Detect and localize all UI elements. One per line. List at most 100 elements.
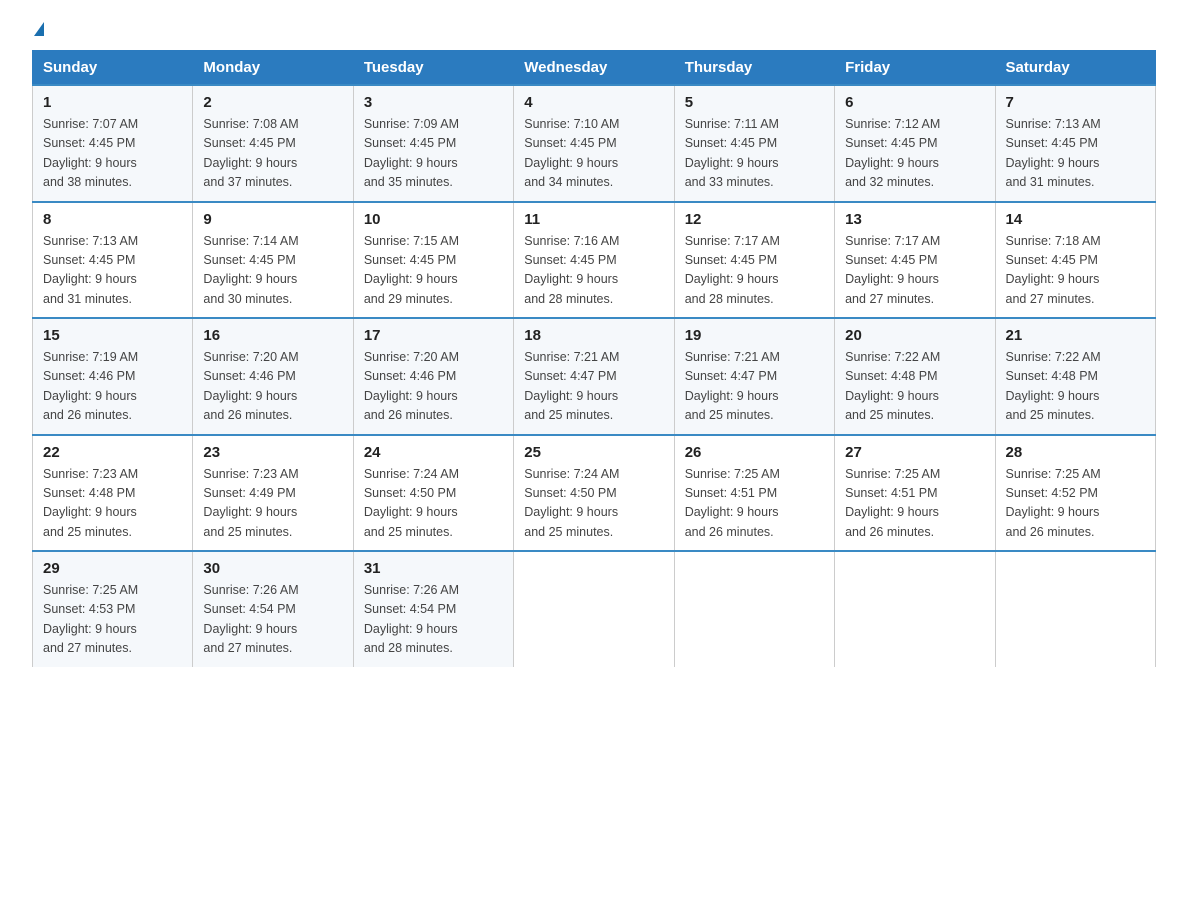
day-number: 31 (364, 560, 503, 577)
day-number: 22 (43, 444, 182, 461)
calendar-cell: 15 Sunrise: 7:19 AMSunset: 4:46 PMDaylig… (33, 318, 193, 435)
calendar-cell: 25 Sunrise: 7:24 AMSunset: 4:50 PMDaylig… (514, 435, 674, 552)
day-info: Sunrise: 7:12 AMSunset: 4:45 PMDaylight:… (845, 117, 940, 189)
day-info: Sunrise: 7:25 AMSunset: 4:52 PMDaylight:… (1006, 467, 1101, 539)
calendar-header-friday: Friday (835, 51, 995, 86)
day-info: Sunrise: 7:14 AMSunset: 4:45 PMDaylight:… (203, 234, 298, 306)
day-number: 25 (524, 444, 663, 461)
page-header (32, 24, 1156, 38)
calendar-cell: 14 Sunrise: 7:18 AMSunset: 4:45 PMDaylig… (995, 202, 1155, 319)
day-number: 8 (43, 211, 182, 228)
calendar-header-wednesday: Wednesday (514, 51, 674, 86)
logo-triangle-icon (34, 22, 44, 36)
day-number: 2 (203, 94, 342, 111)
day-info: Sunrise: 7:11 AMSunset: 4:45 PMDaylight:… (685, 117, 779, 189)
day-info: Sunrise: 7:17 AMSunset: 4:45 PMDaylight:… (845, 234, 940, 306)
calendar-cell: 30 Sunrise: 7:26 AMSunset: 4:54 PMDaylig… (193, 551, 353, 667)
day-info: Sunrise: 7:22 AMSunset: 4:48 PMDaylight:… (1006, 350, 1101, 422)
calendar-cell: 29 Sunrise: 7:25 AMSunset: 4:53 PMDaylig… (33, 551, 193, 667)
day-number: 18 (524, 327, 663, 344)
day-info: Sunrise: 7:25 AMSunset: 4:51 PMDaylight:… (685, 467, 780, 539)
calendar-cell: 1 Sunrise: 7:07 AMSunset: 4:45 PMDayligh… (33, 85, 193, 202)
calendar-week-row: 29 Sunrise: 7:25 AMSunset: 4:53 PMDaylig… (33, 551, 1156, 667)
day-number: 5 (685, 94, 824, 111)
day-number: 20 (845, 327, 984, 344)
day-number: 16 (203, 327, 342, 344)
day-info: Sunrise: 7:20 AMSunset: 4:46 PMDaylight:… (364, 350, 459, 422)
calendar-cell: 12 Sunrise: 7:17 AMSunset: 4:45 PMDaylig… (674, 202, 834, 319)
calendar-header-thursday: Thursday (674, 51, 834, 86)
calendar-header-monday: Monday (193, 51, 353, 86)
day-info: Sunrise: 7:10 AMSunset: 4:45 PMDaylight:… (524, 117, 619, 189)
day-info: Sunrise: 7:17 AMSunset: 4:45 PMDaylight:… (685, 234, 780, 306)
day-number: 11 (524, 211, 663, 228)
day-info: Sunrise: 7:23 AMSunset: 4:48 PMDaylight:… (43, 467, 138, 539)
day-number: 17 (364, 327, 503, 344)
day-number: 29 (43, 560, 182, 577)
day-number: 12 (685, 211, 824, 228)
day-number: 28 (1006, 444, 1145, 461)
calendar-cell: 3 Sunrise: 7:09 AMSunset: 4:45 PMDayligh… (353, 85, 513, 202)
calendar-table: SundayMondayTuesdayWednesdayThursdayFrid… (32, 50, 1156, 667)
day-number: 15 (43, 327, 182, 344)
day-info: Sunrise: 7:21 AMSunset: 4:47 PMDaylight:… (524, 350, 619, 422)
logo (32, 24, 44, 38)
day-number: 19 (685, 327, 824, 344)
day-info: Sunrise: 7:26 AMSunset: 4:54 PMDaylight:… (203, 583, 298, 655)
day-info: Sunrise: 7:25 AMSunset: 4:51 PMDaylight:… (845, 467, 940, 539)
day-info: Sunrise: 7:24 AMSunset: 4:50 PMDaylight:… (364, 467, 459, 539)
calendar-cell: 8 Sunrise: 7:13 AMSunset: 4:45 PMDayligh… (33, 202, 193, 319)
day-number: 23 (203, 444, 342, 461)
calendar-cell: 20 Sunrise: 7:22 AMSunset: 4:48 PMDaylig… (835, 318, 995, 435)
day-number: 7 (1006, 94, 1145, 111)
day-number: 4 (524, 94, 663, 111)
calendar-cell: 31 Sunrise: 7:26 AMSunset: 4:54 PMDaylig… (353, 551, 513, 667)
calendar-cell (995, 551, 1155, 667)
day-number: 30 (203, 560, 342, 577)
calendar-cell: 21 Sunrise: 7:22 AMSunset: 4:48 PMDaylig… (995, 318, 1155, 435)
calendar-cell: 23 Sunrise: 7:23 AMSunset: 4:49 PMDaylig… (193, 435, 353, 552)
day-info: Sunrise: 7:26 AMSunset: 4:54 PMDaylight:… (364, 583, 459, 655)
calendar-cell (514, 551, 674, 667)
calendar-cell (674, 551, 834, 667)
calendar-cell: 4 Sunrise: 7:10 AMSunset: 4:45 PMDayligh… (514, 85, 674, 202)
calendar-header-sunday: Sunday (33, 51, 193, 86)
day-info: Sunrise: 7:08 AMSunset: 4:45 PMDaylight:… (203, 117, 298, 189)
calendar-cell: 28 Sunrise: 7:25 AMSunset: 4:52 PMDaylig… (995, 435, 1155, 552)
calendar-header-saturday: Saturday (995, 51, 1155, 86)
calendar-cell: 22 Sunrise: 7:23 AMSunset: 4:48 PMDaylig… (33, 435, 193, 552)
day-number: 6 (845, 94, 984, 111)
day-number: 24 (364, 444, 503, 461)
day-info: Sunrise: 7:07 AMSunset: 4:45 PMDaylight:… (43, 117, 138, 189)
calendar-cell: 5 Sunrise: 7:11 AMSunset: 4:45 PMDayligh… (674, 85, 834, 202)
day-info: Sunrise: 7:09 AMSunset: 4:45 PMDaylight:… (364, 117, 459, 189)
day-number: 10 (364, 211, 503, 228)
day-info: Sunrise: 7:23 AMSunset: 4:49 PMDaylight:… (203, 467, 298, 539)
day-info: Sunrise: 7:21 AMSunset: 4:47 PMDaylight:… (685, 350, 780, 422)
day-info: Sunrise: 7:13 AMSunset: 4:45 PMDaylight:… (43, 234, 138, 306)
calendar-cell: 19 Sunrise: 7:21 AMSunset: 4:47 PMDaylig… (674, 318, 834, 435)
day-number: 14 (1006, 211, 1145, 228)
day-info: Sunrise: 7:15 AMSunset: 4:45 PMDaylight:… (364, 234, 459, 306)
calendar-cell: 24 Sunrise: 7:24 AMSunset: 4:50 PMDaylig… (353, 435, 513, 552)
day-number: 26 (685, 444, 824, 461)
day-info: Sunrise: 7:20 AMSunset: 4:46 PMDaylight:… (203, 350, 298, 422)
calendar-cell: 17 Sunrise: 7:20 AMSunset: 4:46 PMDaylig… (353, 318, 513, 435)
calendar-week-row: 22 Sunrise: 7:23 AMSunset: 4:48 PMDaylig… (33, 435, 1156, 552)
calendar-cell (835, 551, 995, 667)
day-info: Sunrise: 7:22 AMSunset: 4:48 PMDaylight:… (845, 350, 940, 422)
day-number: 27 (845, 444, 984, 461)
calendar-cell: 13 Sunrise: 7:17 AMSunset: 4:45 PMDaylig… (835, 202, 995, 319)
calendar-week-row: 8 Sunrise: 7:13 AMSunset: 4:45 PMDayligh… (33, 202, 1156, 319)
day-number: 13 (845, 211, 984, 228)
calendar-cell: 27 Sunrise: 7:25 AMSunset: 4:51 PMDaylig… (835, 435, 995, 552)
day-number: 9 (203, 211, 342, 228)
calendar-cell: 10 Sunrise: 7:15 AMSunset: 4:45 PMDaylig… (353, 202, 513, 319)
day-number: 21 (1006, 327, 1145, 344)
calendar-cell: 7 Sunrise: 7:13 AMSunset: 4:45 PMDayligh… (995, 85, 1155, 202)
calendar-cell: 11 Sunrise: 7:16 AMSunset: 4:45 PMDaylig… (514, 202, 674, 319)
calendar-cell: 9 Sunrise: 7:14 AMSunset: 4:45 PMDayligh… (193, 202, 353, 319)
calendar-week-row: 15 Sunrise: 7:19 AMSunset: 4:46 PMDaylig… (33, 318, 1156, 435)
day-info: Sunrise: 7:13 AMSunset: 4:45 PMDaylight:… (1006, 117, 1101, 189)
calendar-header-tuesday: Tuesday (353, 51, 513, 86)
